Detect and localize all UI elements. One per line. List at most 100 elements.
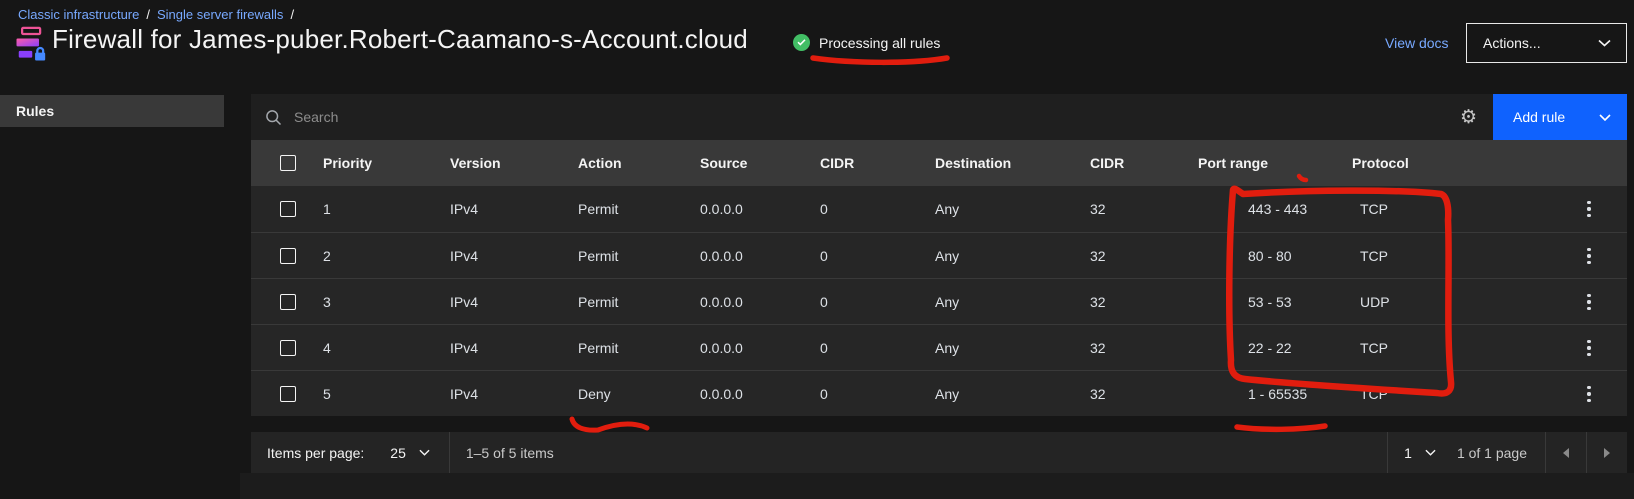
cell-dest_cidr: 32 — [1090, 371, 1106, 417]
cell-dest_cidr: 32 — [1090, 279, 1106, 325]
table-body: 1IPv4Permit0.0.0.00Any32443 - 443TCP2IPv… — [251, 186, 1627, 416]
cell-action: Deny — [578, 371, 611, 417]
rules-table-panel: ⚙ Add rule PriorityVersionActionSourceCI… — [251, 94, 1627, 473]
cell-destination: Any — [935, 325, 959, 371]
cell-cidr: 0 — [820, 279, 828, 325]
actions-label: Actions... — [1483, 35, 1541, 51]
cell-port_range: 53 - 53 — [1248, 279, 1292, 325]
chevron-down-icon — [1598, 39, 1611, 47]
row-checkbox[interactable] — [280, 294, 296, 310]
cell-dest_cidr: 32 — [1090, 325, 1106, 371]
items-per-page-value: 25 — [390, 445, 406, 461]
select-all-checkbox[interactable] — [280, 155, 296, 171]
breadcrumb-classic-infrastructure[interactable]: Classic infrastructure — [18, 7, 139, 22]
table-row: 1IPv4Permit0.0.0.00Any32443 - 443TCP — [251, 186, 1627, 232]
previous-page-button[interactable] — [1546, 432, 1586, 473]
page-count-text: 1 of 1 page — [1457, 445, 1527, 461]
cell-cidr: 0 — [820, 325, 828, 371]
row-checkbox[interactable] — [280, 248, 296, 264]
bottom-strip — [240, 473, 1634, 499]
search-input[interactable] — [294, 109, 1460, 125]
cell-action: Permit — [578, 279, 618, 325]
firewall-icon — [12, 25, 48, 66]
next-page-button[interactable] — [1587, 432, 1627, 473]
cell-cidr: 0 — [820, 186, 828, 232]
cell-port_range: 1 - 65535 — [1248, 371, 1307, 417]
table-row: 2IPv4Permit0.0.0.00Any3280 - 80TCP — [251, 232, 1627, 278]
sidebar-item-label: Rules — [16, 103, 54, 119]
cell-destination: Any — [935, 279, 959, 325]
overflow-menu-icon[interactable] — [1577, 371, 1601, 417]
cell-version: IPv4 — [450, 279, 478, 325]
chevron-down-icon[interactable] — [1599, 114, 1611, 121]
page-select[interactable]: 1 — [1388, 445, 1436, 461]
gear-icon[interactable]: ⚙ — [1460, 108, 1477, 127]
column-header: Source — [700, 140, 747, 186]
table-row: 4IPv4Permit0.0.0.00Any3222 - 22TCP — [251, 324, 1627, 370]
cell-protocol: TCP — [1360, 233, 1388, 279]
cell-source: 0.0.0.0 — [700, 325, 743, 371]
cell-version: IPv4 — [450, 325, 478, 371]
table-row: 3 IPv4 Permit 0.0.0.0 0 Any 32 53 - 53 UDP — [251, 278, 1627, 324]
column-header: Port range — [1198, 140, 1268, 186]
caret-right-icon — [1604, 448, 1610, 458]
items-per-page: Items per page: 25 — [251, 432, 450, 473]
breadcrumb-separator: / — [146, 7, 150, 22]
column-header: CIDR — [820, 140, 854, 186]
pagination-divider — [449, 432, 450, 473]
page-select-value: 1 — [1404, 445, 1412, 461]
cell-version: IPv4 — [450, 233, 478, 279]
overflow-menu-icon[interactable] — [1577, 186, 1601, 232]
cell-port_range: 443 - 443 — [1248, 186, 1307, 232]
chevron-down-icon — [1425, 449, 1436, 456]
row-checkbox[interactable] — [280, 340, 296, 356]
cell-action: Permit — [578, 233, 618, 279]
annotation-underline-status — [813, 58, 947, 62]
cell-priority: 1 — [323, 186, 331, 232]
breadcrumb-single-server-firewalls[interactable]: Single server firewalls — [157, 7, 283, 22]
row-checkbox[interactable] — [280, 201, 296, 217]
cell-version: IPv4 — [450, 186, 478, 232]
cell-port_range: 80 - 80 — [1248, 233, 1292, 279]
cell-destination: Any — [935, 186, 959, 232]
cell-source: 0.0.0.0 — [700, 186, 743, 232]
search-icon — [265, 109, 282, 126]
add-rule-button[interactable]: Add rule — [1493, 94, 1627, 140]
row-checkbox[interactable] — [280, 386, 296, 402]
cell-priority: 3 — [323, 279, 331, 325]
table-row: 5 IPv4 Deny 0.0.0.0 0 Any 32 1 - 65535 TCP — [251, 370, 1627, 416]
breadcrumb: Classic infrastructure / Single server fir… — [18, 7, 301, 22]
chevron-down-icon[interactable] — [419, 449, 430, 456]
cell-cidr: 0 — [820, 371, 828, 417]
cell-protocol: UDP — [1360, 279, 1390, 325]
view-docs-link[interactable]: View docs — [1385, 35, 1449, 51]
cell-destination: Any — [935, 371, 959, 417]
breadcrumb-separator: / — [290, 7, 294, 22]
actions-button[interactable]: Actions... — [1466, 23, 1627, 63]
status-badge: Processing all rules — [793, 34, 940, 51]
cell-source: 0.0.0.0 — [700, 371, 743, 417]
items-per-page-label: Items per page: — [267, 445, 364, 461]
sidebar-item-rules[interactable]: Rules — [0, 95, 224, 127]
column-header: Destination — [935, 140, 1011, 186]
page-title: Firewall for James-puber.Robert-Caamano-… — [52, 24, 748, 55]
cell-destination: Any — [935, 233, 959, 279]
caret-left-icon — [1563, 448, 1569, 458]
cell-action: Permit — [578, 325, 618, 371]
add-rule-label: Add rule — [1513, 109, 1565, 125]
table-header-row: PriorityVersionActionSourceCIDRDestinati… — [251, 140, 1627, 186]
overflow-menu-icon[interactable] — [1577, 233, 1601, 279]
overflow-menu-icon[interactable] — [1577, 279, 1601, 325]
table-pagination-gap — [251, 416, 1627, 432]
cell-cidr: 0 — [820, 233, 828, 279]
pagination-bar: Items per page: 25 1–5 of 5 items 1 1 of… — [251, 432, 1627, 473]
cell-priority: 5 — [323, 371, 331, 417]
cell-version: IPv4 — [450, 371, 478, 417]
cell-dest_cidr: 32 — [1090, 186, 1106, 232]
overflow-menu-icon[interactable] — [1577, 325, 1601, 371]
column-header: Protocol — [1352, 140, 1409, 186]
column-header: Priority — [323, 140, 372, 186]
cell-source: 0.0.0.0 — [700, 279, 743, 325]
cell-protocol: TCP — [1360, 325, 1388, 371]
cell-protocol: TCP — [1360, 371, 1388, 417]
